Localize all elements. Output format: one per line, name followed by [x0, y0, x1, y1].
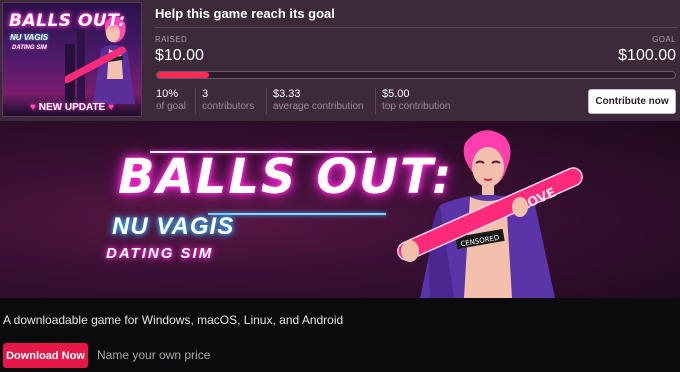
goal-amount: $100.00 — [618, 47, 676, 64]
neon-line — [208, 213, 386, 215]
stat-value: 3 — [202, 88, 209, 100]
raised-label: RAISED — [155, 35, 188, 44]
stat-value: $3.33 — [273, 88, 301, 100]
game-banner: BALLS OUT: NU VAGIS DATING SIM CENSORED … — [0, 121, 680, 298]
download-now-button[interactable]: Download Now — [3, 343, 88, 368]
thumbnail-subtitle-2: DATING SIM — [12, 45, 47, 51]
price-label: Name your own price — [97, 348, 211, 362]
game-thumbnail[interactable]: BALLS OUT: NU VAGIS DATING SIM ♥ NEW UPD… — [2, 2, 142, 117]
raised-amount: $10.00 — [155, 47, 204, 64]
goal-heading: Help this game reach its goal — [155, 6, 335, 21]
funding-goal-panel: BALLS OUT: NU VAGIS DATING SIM ♥ NEW UPD… — [0, 0, 680, 121]
game-description: A downloadable game for Windows, macOS, … — [3, 313, 344, 327]
stat-average: $3.33 average contribution — [273, 88, 364, 112]
stat-divider — [375, 88, 376, 114]
stat-divider — [195, 88, 196, 114]
progress-bar-fill — [157, 72, 209, 78]
goal-label: GOAL — [652, 35, 676, 44]
stat-label: contributors — [202, 101, 255, 112]
new-update-badge: ♥ NEW UPDATE ♥ — [3, 102, 141, 113]
badge-text: NEW UPDATE — [38, 102, 106, 113]
stat-value: $5.00 — [382, 88, 410, 100]
stat-label: average contribution — [273, 101, 364, 112]
stat-top: $5.00 top contribution — [382, 88, 450, 112]
stat-value: 10% — [156, 88, 179, 100]
thumbnail-title: BALLS OUT: — [9, 11, 126, 31]
banner-subtitle: NU VAGIS — [112, 213, 235, 240]
character-illustration: CENSORED LOVE — [397, 130, 583, 298]
stat-contributors: 3 contributors — [202, 88, 254, 112]
progress-bar — [156, 71, 676, 79]
banner-subtitle-2: DATING SIM — [106, 245, 214, 262]
thumbnail-subtitle: NU VAGIS — [10, 33, 49, 42]
stat-label: top contribution — [382, 101, 451, 112]
contribute-button[interactable]: Contribute now — [588, 89, 676, 114]
heart-icon: ♥ — [30, 102, 36, 113]
divider — [155, 27, 677, 28]
stat-label: of goal — [156, 101, 187, 112]
heart-icon: ♥ — [108, 102, 114, 113]
stat-divider — [266, 88, 267, 114]
stat-percent: 10% of goal — [156, 88, 186, 112]
